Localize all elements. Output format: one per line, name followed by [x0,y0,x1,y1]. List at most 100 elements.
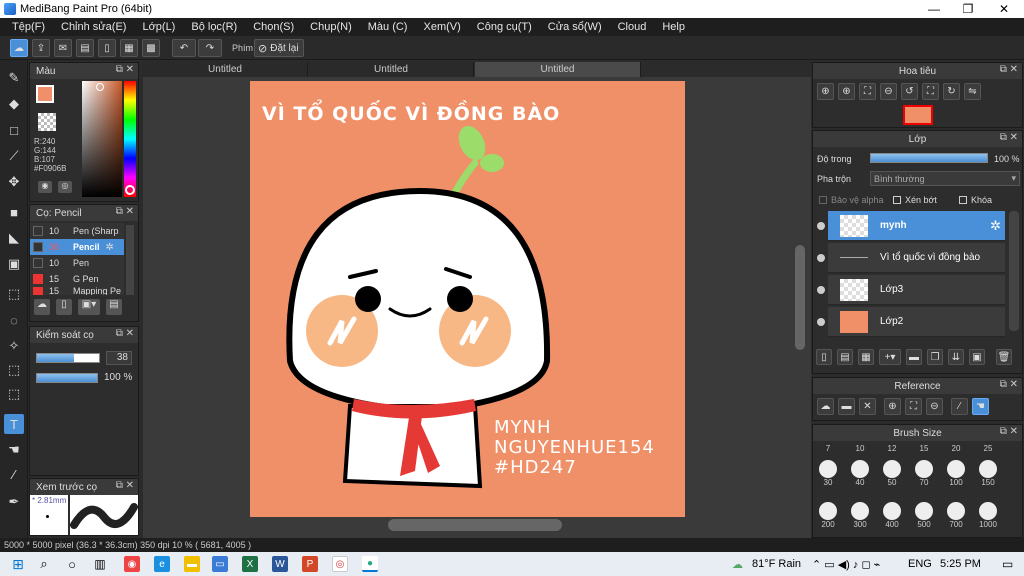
eye-icon[interactable] [817,254,825,262]
select-pen-icon[interactable]: ⬚ [4,360,24,380]
reset-button[interactable]: ⊘ Đặt lại [254,39,304,57]
merge-layer-icon[interactable]: ⇊ [948,349,964,365]
flip-icon[interactable]: ⇋ [964,83,981,100]
hand-tool-icon[interactable]: ☚ [4,440,24,460]
ref-close-icon[interactable]: ✕ [859,398,876,415]
folder-icon[interactable]: ▬ [906,349,922,365]
new-8bit-layer-icon[interactable]: ▦ [858,349,874,365]
menu-window[interactable]: Cửa sổ(W) [540,21,610,33]
navigator-thumbnail[interactable] [903,105,933,125]
menu-file[interactable]: Tệp(F) [4,21,53,33]
layer-row-text[interactable]: Vì tổ quốc vì đồng bào [828,243,1005,273]
gear-icon[interactable]: ✲ [990,218,1001,234]
windows-start-icon[interactable]: ⊞ [10,556,26,572]
brush-settings-icon[interactable]: ▤ [106,299,122,315]
zoom-out-icon[interactable]: ⊖ [880,83,897,100]
brush-size-700[interactable]: 700 [940,502,972,529]
tab-untitled-3[interactable]: Untitled [475,62,641,77]
close-button[interactable]: ✕ [986,0,1022,18]
brush-size-slider[interactable] [36,353,100,363]
panel-menu-icon[interactable]: ⧉ ✕ [116,328,134,339]
brush-opacity-slider[interactable] [36,373,98,383]
layer-opacity-slider[interactable] [870,153,988,163]
page-icon[interactable]: ▯ [98,39,116,57]
eye-icon[interactable] [817,286,825,294]
eraser-tool-icon[interactable]: ◆ [4,94,24,114]
panel-menu-icon[interactable]: ⧉ ✕ [116,206,134,217]
brush-size-400[interactable]: 400 [876,502,908,529]
trash-icon[interactable]: 🗑 [996,349,1012,365]
hue-slider[interactable] [124,81,136,197]
excel-icon[interactable]: X [242,556,258,572]
ref-eyedropper-icon[interactable]: ⁄ [951,398,968,415]
brush-size-300[interactable]: 300 [844,502,876,529]
brush-size-500[interactable]: 500 [908,502,940,529]
rectangle-tool-icon[interactable]: □ [4,120,24,140]
actual-size-icon[interactable]: ⛶ [859,83,876,100]
menu-snap[interactable]: Chụp(N) [302,21,360,33]
brush-size-40[interactable]: 40 [844,460,876,487]
redo-icon[interactable]: ↷ [198,39,222,57]
text-tool-icon[interactable]: T [4,414,24,434]
tray-icons[interactable]: ⌃ ▭ ◀) ♪ ◻ ⌁ [812,558,880,571]
lock-checkbox[interactable] [959,196,967,204]
select-eraser-icon[interactable]: ⬚ [4,384,24,404]
menu-view[interactable]: Xem(V) [415,21,468,33]
blend-mode-select[interactable]: Bình thường ▾ [870,171,1020,186]
vertical-scrollbar[interactable] [795,245,805,350]
menu-help[interactable]: Help [654,21,693,33]
rotate-right-icon[interactable]: ↻ [943,83,960,100]
ref-open-icon[interactable]: ▬ [838,398,855,415]
layer-list-scrollbar[interactable] [1009,211,1019,331]
cortana-icon[interactable]: ○ [64,556,80,572]
brush-size-value[interactable]: 38 [106,351,132,365]
color-saturation-field[interactable] [82,81,122,197]
magic-wand-icon[interactable]: ✧ [4,336,24,356]
eye-icon[interactable] [817,222,825,230]
new-layer-icon[interactable]: ▯ [816,349,832,365]
brush-list-scrollbar[interactable] [126,225,134,295]
layer-row-lop3[interactable]: Lớp3 [828,275,1005,305]
undo-icon[interactable]: ↶ [172,39,196,57]
ref-zoom-in-icon[interactable]: ⊕ [884,398,901,415]
search-icon[interactable]: ⌕ [36,556,52,572]
lasso-tool-icon[interactable]: ◌ [4,310,24,330]
notification-icon[interactable]: ▭ [1002,557,1013,571]
share-icon[interactable]: ⇪ [32,39,50,57]
clock[interactable]: 5:25 PM [940,558,981,570]
brush-size-30[interactable]: 30 [812,460,844,487]
menu-cloud[interactable]: Cloud [610,21,655,33]
horizontal-scrollbar[interactable] [388,519,562,531]
foreground-color-swatch[interactable] [36,85,54,103]
new-halftone-layer-icon[interactable]: ▤ [837,349,853,365]
cloud-icon[interactable]: ☁ [10,39,28,57]
palette-icon[interactable]: ◉ [38,181,52,193]
language-indicator[interactable]: ENG [908,558,932,570]
panel-menu-icon[interactable]: ⧉ ✕ [1000,132,1018,143]
artboard[interactable]: VÌ TỔ QUỐC VÌ ĐỒNG BÀO MYNH NGUYENHUE154… [250,81,685,517]
layer-settings-icon[interactable]: ▣ [969,349,985,365]
brush-item[interactable]: 15 Mapping Pe [30,287,124,295]
menu-edit[interactable]: Chỉnh sửa(E) [53,21,134,33]
menu-tools[interactable]: Công cụ(T) [469,21,540,33]
panel-menu-icon[interactable]: ⧉ ✕ [116,64,134,75]
word-icon[interactable]: W [272,556,288,572]
eye-icon[interactable] [817,318,825,326]
powerpoint-icon[interactable]: P [302,556,318,572]
panel-menu-icon[interactable]: ⧉ ✕ [116,480,134,491]
file-explorer-icon[interactable]: ▬ [184,556,200,572]
brush-size-70[interactable]: 70 [908,460,940,487]
brush-item[interactable]: 10 Pen (Sharp [30,223,124,239]
layer-row-mynh[interactable]: mynh ✲ [828,211,1005,241]
grid-icon[interactable]: ▩ [142,39,160,57]
palette2-icon[interactable]: ◎ [58,181,72,193]
gear-icon[interactable]: ✲ [106,242,114,253]
pen-tool-icon[interactable]: ✒ [4,492,24,512]
panel-menu-icon[interactable]: ⧉ ✕ [1000,379,1018,390]
menu-layer[interactable]: Lớp(L) [134,21,183,33]
menu-filter[interactable]: Bộ lọc(R) [183,21,245,33]
panel-menu-icon[interactable]: ⧉ ✕ [1000,426,1018,437]
ref-zoom-out-icon[interactable]: ⊖ [926,398,943,415]
brush-size-100[interactable]: 100 [940,460,972,487]
tab-untitled-1[interactable]: Untitled [143,62,308,77]
